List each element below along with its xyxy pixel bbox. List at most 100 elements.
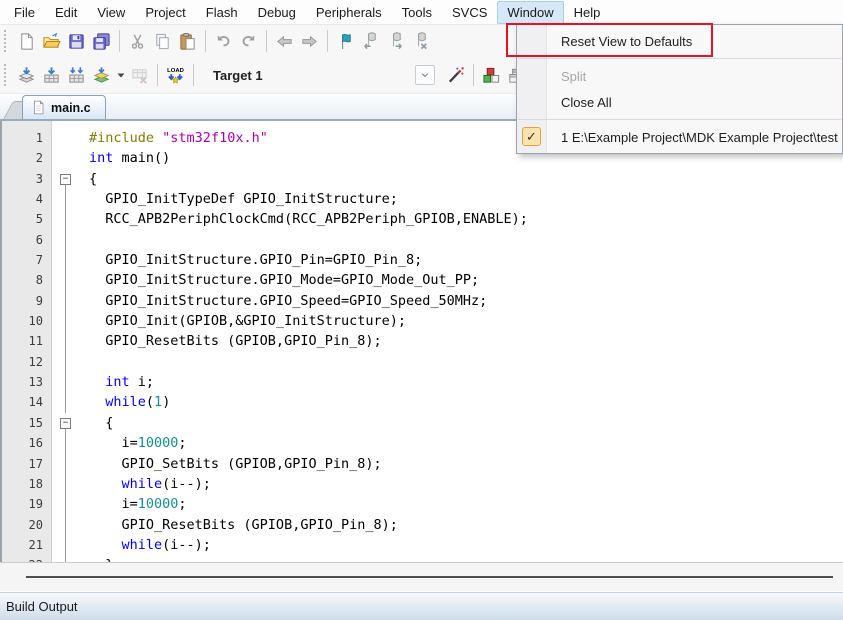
build-dropdown-arrow[interactable] [114, 63, 127, 88]
code-text[interactable]: GPIO_ResetBits (GPIOB,GPIO_Pin_8); [80, 331, 382, 351]
code-line: 3−{ [2, 169, 843, 189]
fold-column [52, 454, 80, 474]
code-text[interactable]: while(1) [80, 392, 170, 412]
toolbar-separator [119, 30, 120, 52]
code-text[interactable]: GPIO_SetBits (GPIOB,GPIO_Pin_8); [80, 454, 382, 474]
scrollbar-thumb[interactable] [26, 576, 833, 578]
code-text[interactable]: { [80, 169, 97, 189]
menu-item-reset-view-to-defaults[interactable]: Reset View to Defaults [517, 28, 842, 54]
fold-tree-line [65, 270, 66, 290]
fold-column [52, 515, 80, 535]
new-file-button[interactable] [14, 29, 39, 54]
load-icon: LOAD [166, 66, 185, 85]
code-text[interactable]: i=10000; [80, 433, 187, 453]
menu-project[interactable]: Project [135, 1, 195, 24]
code-text[interactable]: GPIO_InitStructure.GPIO_Mode=GPIO_Mode_O… [80, 270, 479, 290]
menu-peripherals[interactable]: Peripherals [306, 1, 392, 24]
code-text[interactable]: GPIO_ResetBits (GPIOB,GPIO_Pin_8); [80, 515, 398, 535]
bookmark-next-icon [386, 32, 405, 51]
menu-file[interactable]: File [4, 1, 45, 24]
paste-button[interactable] [175, 29, 200, 54]
target-select[interactable]: Target 1 [205, 63, 437, 87]
menu-item-recent-window[interactable]: ✓1 E:\Example Project\MDK Example Projec… [517, 124, 842, 150]
undo-button[interactable] [211, 29, 236, 54]
build-icon [42, 66, 61, 85]
download-to-flash-button[interactable]: LOAD [163, 63, 188, 88]
menu-view[interactable]: View [87, 1, 135, 24]
code-line: 5 RCC_APB2PeriphClockCmd(RCC_APB2Periph_… [2, 209, 843, 229]
toolbar-grip[interactable] [4, 64, 10, 86]
build-output-bar[interactable]: Build Output [0, 592, 843, 620]
code-text[interactable]: GPIO_InitTypeDef GPIO_InitStructure; [80, 189, 398, 209]
menu-item-label: Close All [561, 95, 612, 110]
menu-separator [518, 58, 841, 59]
chevron-down-icon[interactable] [415, 65, 435, 85]
code-text[interactable]: GPIO_InitStructure.GPIO_Speed=GPIO_Speed… [80, 291, 487, 311]
fold-column [52, 372, 80, 392]
code-text[interactable]: int main() [80, 148, 170, 168]
code-text[interactable]: i=10000; [80, 494, 187, 514]
code-text[interactable]: int i; [80, 372, 154, 392]
translate-button[interactable] [14, 63, 39, 88]
code-editor[interactable]: 1#include "stm32f10x.h"2int main()3−{4 G… [0, 121, 843, 562]
document-icon [31, 100, 46, 115]
options-for-target-button[interactable] [443, 63, 468, 88]
build-button[interactable] [39, 63, 64, 88]
fold-column [52, 209, 80, 229]
toolbar-separator [327, 30, 328, 52]
menu-svcs[interactable]: SVCS [442, 1, 497, 24]
code-text[interactable] [80, 352, 89, 372]
window-menu-popup: Reset View to DefaultsSplitClose All✓1 E… [516, 24, 843, 154]
menu-edit[interactable]: Edit [45, 1, 87, 24]
code-text[interactable]: } [80, 555, 113, 562]
fold-tree-line [65, 189, 66, 209]
toolbar-grip[interactable] [4, 30, 10, 52]
menu-separator [518, 119, 841, 120]
navigate-forward-button[interactable] [297, 29, 322, 54]
menu-help[interactable]: Help [564, 1, 611, 24]
bookmark-prev-icon [361, 32, 380, 51]
fold-collapse-icon[interactable]: − [60, 174, 71, 185]
code-text[interactable]: { [80, 413, 113, 433]
line-number: 1 [2, 128, 52, 148]
menu-flash[interactable]: Flash [196, 1, 248, 24]
menu-window[interactable]: Window [497, 1, 563, 24]
line-number: 21 [2, 535, 52, 555]
menu-item-label: 1 E:\Example Project\MDK Example Project… [561, 130, 838, 145]
redo-icon [239, 32, 258, 51]
next-bookmark-button[interactable] [383, 29, 408, 54]
clear-bookmarks-button[interactable] [408, 29, 433, 54]
toggle-bookmark-button[interactable] [333, 29, 358, 54]
line-number: 8 [2, 270, 52, 290]
redo-button[interactable] [236, 29, 261, 54]
code-text[interactable]: RCC_APB2PeriphClockCmd(RCC_APB2Periph_GP… [80, 209, 528, 229]
code-text[interactable]: #include "stm32f10x.h" [80, 128, 268, 148]
fold-column: − [52, 169, 80, 189]
fold-tree-line [65, 352, 66, 372]
menu-item-close-all[interactable]: Close All [517, 89, 842, 115]
fold-column: − [52, 413, 80, 433]
tab-main-c[interactable]: main.c [22, 95, 106, 119]
save-all-button[interactable] [89, 29, 114, 54]
code-text[interactable]: while(i--); [80, 535, 211, 555]
stop-build-button[interactable] [127, 63, 152, 88]
menu-tools[interactable]: Tools [392, 1, 442, 24]
previous-bookmark-button[interactable] [358, 29, 383, 54]
code-text[interactable]: GPIO_Init(GPIOB,&GPIO_InitStructure); [80, 311, 406, 331]
rebuild-button[interactable] [64, 63, 89, 88]
navigate-back-button[interactable] [272, 29, 297, 54]
line-number: 3 [2, 169, 52, 189]
batch-build-button[interactable] [89, 63, 114, 88]
code-text[interactable]: while(i--); [80, 474, 211, 494]
save-button[interactable] [64, 29, 89, 54]
horizontal-scrollbar[interactable] [0, 562, 843, 591]
copy-button[interactable] [150, 29, 175, 54]
fold-collapse-icon[interactable]: − [60, 418, 71, 429]
cut-button[interactable] [125, 29, 150, 54]
open-file-button[interactable] [39, 29, 64, 54]
menu-debug[interactable]: Debug [248, 1, 306, 24]
fold-column [52, 352, 80, 372]
code-text[interactable] [80, 230, 89, 250]
code-text[interactable]: GPIO_InitStructure.GPIO_Pin=GPIO_Pin_8; [80, 250, 422, 270]
manage-project-items-button[interactable] [479, 63, 504, 88]
